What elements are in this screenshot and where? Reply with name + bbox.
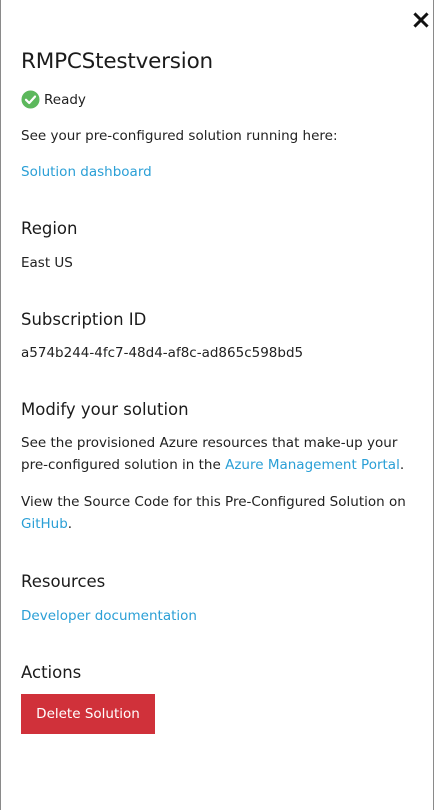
status-label: Ready [44, 91, 86, 108]
modify-heading: Modify your solution [21, 400, 189, 419]
github-link[interactable]: GitHub [21, 516, 68, 532]
subscription-heading: Subscription ID [21, 310, 147, 329]
doc-link-row: Developer documentation [21, 605, 421, 627]
intro-text: See your pre-configured solution running… [21, 128, 338, 144]
azure-portal-link[interactable]: Azure Management Portal [225, 457, 400, 473]
close-icon [413, 12, 429, 28]
modify-description: See the provisioned Azure resources that… [21, 432, 421, 476]
check-circle-icon [21, 90, 40, 109]
status-indicator: Ready [21, 90, 86, 109]
source-code-description: View the Source Code for this Pre-Config… [21, 491, 421, 535]
developer-documentation-link[interactable]: Developer documentation [21, 608, 197, 624]
subscription-id-value: a574b244-4fc7-48d4-af8c-ad865c598bd5 [21, 345, 304, 361]
solution-details-panel: RMPCStestversion Ready See your pre-conf… [0, 0, 434, 810]
resources-heading: Resources [21, 572, 106, 591]
solution-title: RMPCStestversion [21, 49, 213, 74]
modify-text-end: . [399, 457, 405, 473]
delete-solution-button[interactable]: Delete Solution [21, 694, 155, 734]
source-text-end: . [67, 516, 73, 532]
actions-heading: Actions [21, 663, 82, 682]
dashboard-link-row: Solution dashboard [21, 161, 421, 183]
region-heading: Region [21, 219, 78, 238]
source-text: View the Source Code for this Pre-Config… [21, 494, 406, 510]
region-value: East US [21, 255, 73, 271]
close-button[interactable] [413, 11, 429, 29]
solution-dashboard-link[interactable]: Solution dashboard [21, 164, 152, 180]
